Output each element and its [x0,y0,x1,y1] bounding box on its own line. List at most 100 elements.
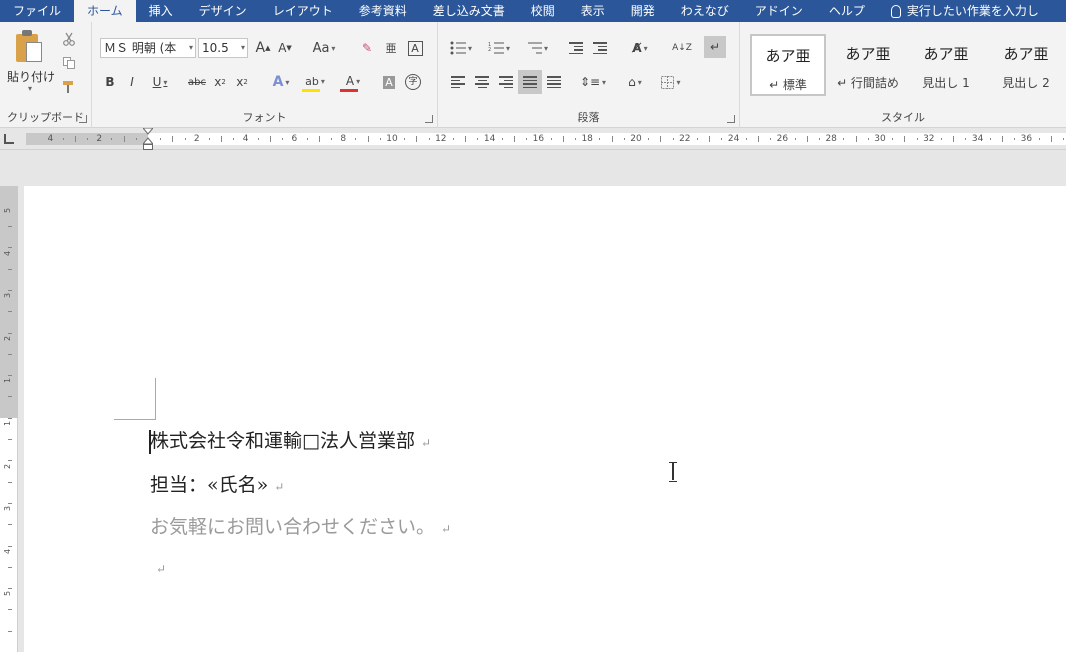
paste-button[interactable]: 貼り付け ▾ [0,22,56,100]
bold-button[interactable]: B [102,72,118,92]
shading-button[interactable]: ⌂ [620,72,650,92]
document-paragraph[interactable]: お気軽にお問い合わせください。 ↵ [150,512,451,539]
tab-7[interactable]: 校閲 [518,0,568,22]
line-spacing-icon: ⇕≡ [579,75,601,89]
tab-9[interactable]: 開発 [618,0,668,22]
font-size-dropdown[interactable]: 10.5 ▾ [198,38,248,58]
font-color-button[interactable]: A [338,70,368,92]
show-formatting-marks-button[interactable]: ↵ [704,36,726,58]
align-left-button[interactable] [448,72,468,92]
enclose-characters-icon: 字 [405,74,421,90]
grow-font-button[interactable]: A ▲ [254,38,272,58]
phonetic-guide-button[interactable]: 亜 [382,38,400,58]
paragraph-mark-icon: ↵ [441,522,452,536]
style-preview: あア亜 [765,47,811,65]
document-paragraph[interactable]: 株式会社令和運輸□法人営業部 ↵ [150,426,431,453]
tab-12[interactable]: ヘルプ [816,0,878,22]
tab-3[interactable]: デザイン [186,0,260,22]
ruler-tick [74,136,76,142]
tab-6[interactable]: 差し込み文書 [420,0,518,22]
tab-2[interactable]: 挿入 [136,0,186,22]
paragraph-launcher-icon[interactable] [727,115,735,123]
character-shading-button[interactable]: A [380,72,398,92]
increase-indent-button[interactable] [590,38,610,58]
style-item-3[interactable]: あア亜 見出し 2 [988,34,1064,96]
justify-button[interactable] [518,70,542,94]
ruler-tick [62,138,64,140]
align-center-button[interactable] [472,72,492,92]
tab-11[interactable]: アドイン [742,0,816,22]
superscript-icon: x [236,75,244,89]
vertical-ruler-top-margin [0,186,18,418]
numbering-button[interactable]: 12 [484,38,514,58]
character-border-button[interactable]: A [406,38,424,58]
ruler-tick [135,138,137,140]
ruler-tick [648,138,650,140]
italic-button[interactable]: I [124,72,140,92]
character-border-icon: A [407,40,423,56]
highlight-button[interactable]: ab [300,70,330,92]
text-effects-button[interactable]: A [266,72,296,92]
decrease-indent-icon [569,42,583,54]
horizontal-ruler[interactable]: 4 2 2 4 6 8 10 12 14 16 18 20 22 24 26 28 30 32 34 36 [0,128,1066,150]
paragraph-text: お気軽にお問い合わせください。 [150,516,436,538]
ruler-tick [1063,138,1064,140]
change-case-button[interactable]: Aa [308,38,340,58]
tell-me-box[interactable]: 実行したい作業を入力し [878,0,1052,22]
borders-button[interactable] [656,72,686,92]
line-spacing-button[interactable]: ⇕≡ [578,72,608,92]
vertical-ruler-tick [8,417,12,419]
ruler-tick [1050,136,1052,142]
ruler-tick [331,138,332,140]
distributed-icon [547,76,561,88]
document-paragraph[interactable]: ↵ [150,556,166,578]
font-launcher-icon[interactable] [425,115,433,123]
sort-button[interactable]: A↓Z [672,38,692,58]
font-name-dropdown[interactable]: ＭＳ 明朝 (本 ▾ [100,38,196,58]
font-color-bar [340,89,358,92]
superscript-button[interactable]: x2 [234,72,250,92]
tab-10[interactable]: わえなび [668,0,742,22]
multilevel-list-button[interactable] [522,38,552,58]
font-color-icon: A [345,74,355,88]
paragraph-mark-icon: ↵ [420,436,432,450]
clipboard-launcher-icon[interactable] [79,115,87,123]
vertical-ruler[interactable]: 5 4 3 2 1 1 2 3 4 5 [0,186,18,652]
paragraph-group: 12 A̸ A↓Z ↵ ⇕≡ ⌂ 段落 [438,22,740,128]
decrease-indent-button[interactable] [566,38,586,58]
shrink-font-button[interactable]: A ▼ [276,38,294,58]
ruler-number: 34 [971,134,984,144]
copy-button[interactable] [60,54,78,72]
tab-8[interactable]: 表示 [568,0,618,22]
tab-0[interactable]: ファイル [0,0,74,22]
vertical-ruler-tick [8,481,12,483]
distributed-button[interactable] [544,72,564,92]
tab-4[interactable]: レイアウト [260,0,346,22]
document-paragraph[interactable]: 担当：«氏名» ↵ [150,470,284,497]
tab-1[interactable]: ホーム [74,0,136,22]
bullets-button[interactable] [446,38,476,58]
tab-selector-icon[interactable] [4,134,14,144]
cut-button[interactable] [60,30,78,48]
indent-marker-icon[interactable] [143,128,153,150]
document-page[interactable]: 株式会社令和運輸□法人営業部 ↵ 担当：«氏名» ↵ お気軽にお問い合わせください。 ↵ ↵ [24,186,1066,652]
sort-icon: A↓Z [672,43,692,53]
underline-button[interactable]: U [146,72,174,92]
align-right-button[interactable] [496,72,516,92]
strikethrough-icon: abc [188,76,206,88]
tab-5[interactable]: 参考資料 [346,0,420,22]
strikethrough-button[interactable]: abc [186,72,208,92]
style-item-0[interactable]: あア亜 ↵ 標準 [750,34,826,96]
word-window: ファイル ホーム 挿入 デザイン レイアウト 参考資料 差し込み文書 校閲 表示 開発 わえなび アド… [0,0,1066,652]
style-item-2[interactable]: あア亜 見出し 1 [908,34,984,96]
format-painter-button[interactable] [60,78,78,96]
highlighter-icon: ab [305,74,319,88]
style-item-1[interactable]: あア亜 ↵ 行間詰め [830,34,906,96]
enclose-characters-button[interactable]: 字 [404,72,422,92]
document-canvas: 株式会社令和運輸□法人営業部 ↵ 担当：«氏名» ↵ お気軽にお問い合わせください。 ↵ ↵ [18,150,1066,652]
asian-layout-button[interactable]: A̸ [624,38,656,58]
clear-formatting-button[interactable]: ✎ [358,38,376,58]
justify-icon [523,76,537,88]
ruler-number: 12 [435,134,447,144]
subscript-button[interactable]: x2 [212,72,228,92]
